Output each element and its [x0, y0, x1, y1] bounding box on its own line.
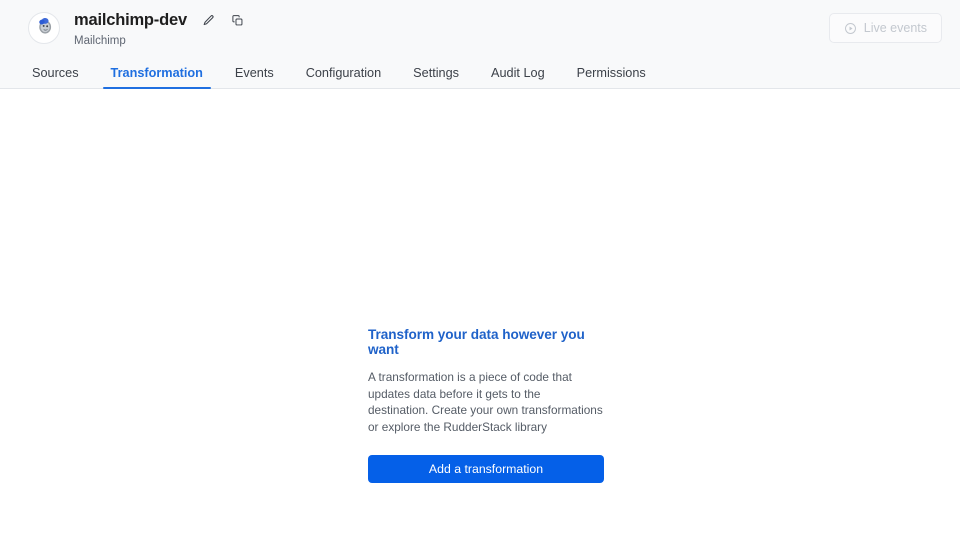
tab-permissions[interactable]: Permissions [569, 66, 654, 88]
empty-state-description: A transformation is a piece of code that… [368, 370, 603, 434]
tab-settings[interactable]: Settings [405, 66, 467, 88]
play-circle-icon [844, 22, 857, 35]
tab-configuration[interactable]: Configuration [298, 66, 389, 88]
title-row: mailchimp-dev [74, 10, 246, 30]
tab-transformation[interactable]: Transformation [102, 66, 212, 89]
page-title: mailchimp-dev [74, 10, 187, 29]
destination-identity: mailchimp-dev Mailchimp [28, 10, 246, 48]
tab-bar: Sources Transformation Events Configurat… [24, 58, 654, 89]
identity-text: mailchimp-dev Mailchimp [74, 10, 246, 48]
live-events-label: Live events [863, 21, 927, 35]
avatar [28, 12, 60, 44]
tab-sources[interactable]: Sources [24, 66, 87, 88]
tab-events[interactable]: Events [227, 66, 282, 88]
tab-audit-log[interactable]: Audit Log [483, 66, 553, 88]
pencil-icon[interactable] [201, 12, 217, 28]
add-transformation-button[interactable]: Add a transformation [368, 455, 604, 484]
main-content: Transform your data however you want A t… [0, 89, 960, 544]
copy-icon[interactable] [230, 12, 246, 28]
transformation-empty-state: Transform your data however you want A t… [368, 327, 604, 484]
empty-state-heading: Transform your data however you want [368, 327, 585, 357]
destination-type-label: Mailchimp [74, 35, 126, 47]
page-header: mailchimp-dev Mailchimp Live events Sour… [0, 0, 960, 89]
live-events-button[interactable]: Live events [828, 13, 942, 43]
mailchimp-logo-icon [34, 16, 54, 41]
